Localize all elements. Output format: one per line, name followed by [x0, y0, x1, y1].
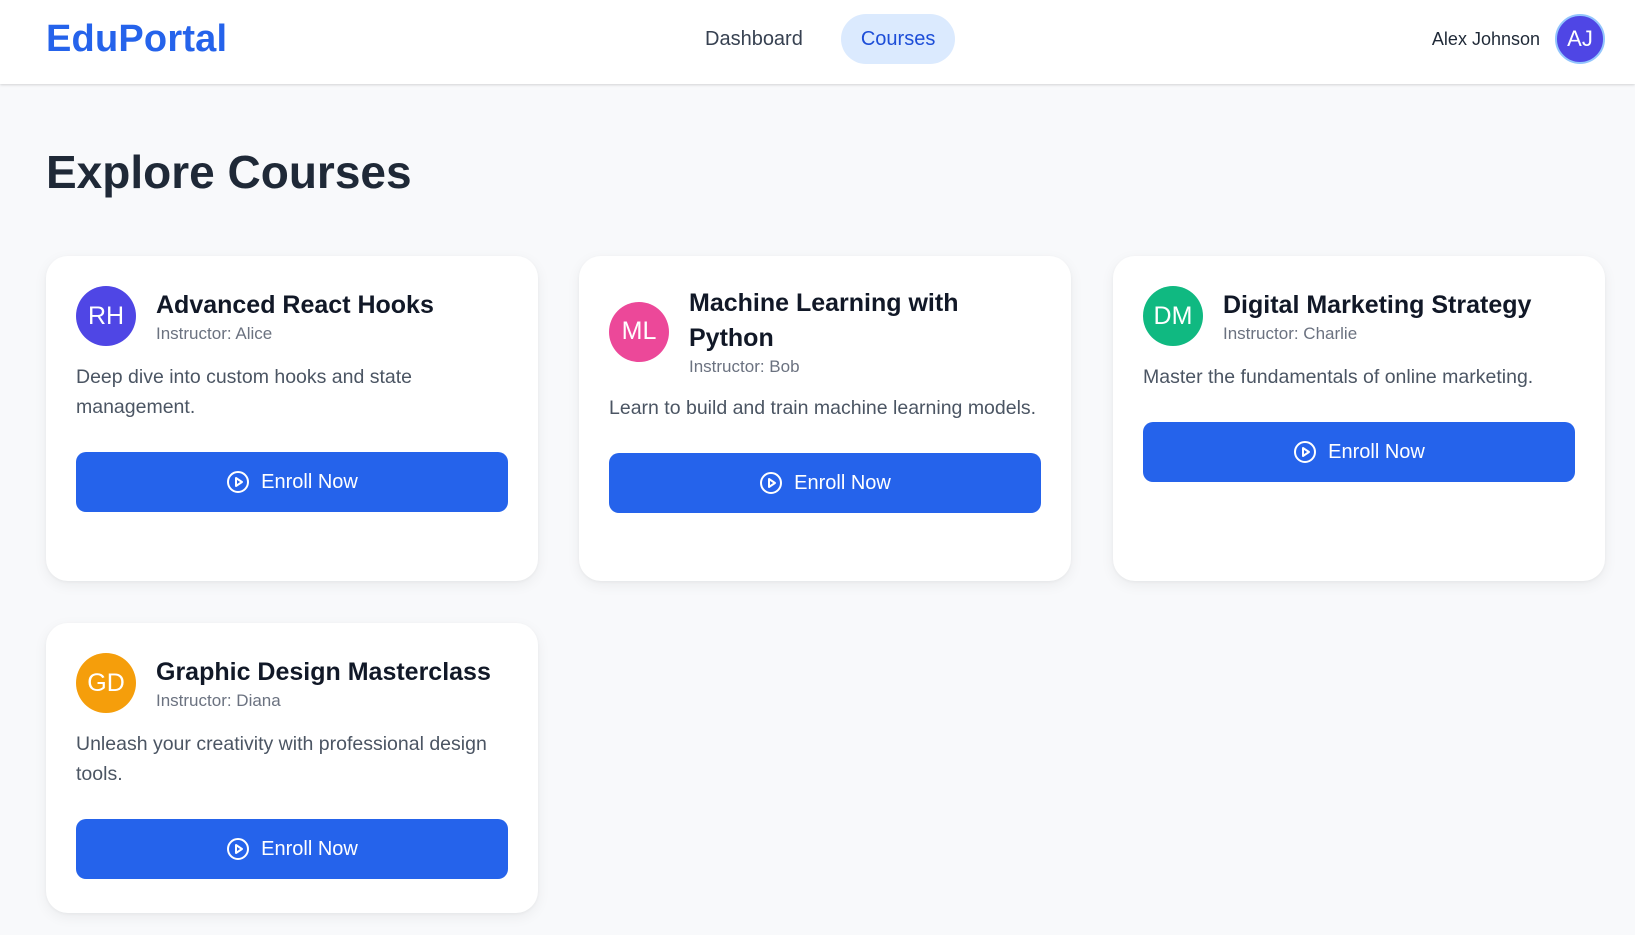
- course-heading: Graphic Design Masterclass Instructor: D…: [156, 655, 491, 711]
- course-heading: Advanced React Hooks Instructor: Alice: [156, 288, 434, 344]
- course-title: Machine Learning with Python: [689, 289, 959, 352]
- play-circle-icon: [1293, 440, 1317, 464]
- app-logo[interactable]: EduPortal: [46, 18, 227, 61]
- enroll-now-button[interactable]: Enroll Now: [76, 452, 508, 512]
- enroll-now-button[interactable]: Enroll Now: [609, 453, 1041, 513]
- course-card-header: ML Machine Learning with Python Instruct…: [609, 286, 1041, 377]
- enroll-button-label: Enroll Now: [794, 471, 891, 494]
- user-menu[interactable]: Alex Johnson AJ: [1432, 14, 1605, 64]
- course-card-header: DM Digital Marketing Strategy Instructor…: [1143, 286, 1575, 346]
- course-card: RH Advanced React Hooks Instructor: Alic…: [46, 256, 538, 581]
- enroll-button-label: Enroll Now: [261, 837, 358, 860]
- play-circle-icon: [226, 470, 250, 494]
- course-avatar: RH: [76, 286, 136, 346]
- course-card: ML Machine Learning with Python Instruct…: [579, 256, 1071, 581]
- avatar[interactable]: AJ: [1555, 14, 1605, 64]
- enroll-button-label: Enroll Now: [261, 470, 358, 493]
- course-title: Graphic Design Masterclass: [156, 658, 491, 686]
- course-card: GD Graphic Design Masterclass Instructor…: [46, 623, 538, 913]
- course-instructor: Instructor: Bob: [689, 357, 800, 376]
- course-description: Master the fundamentals of online market…: [1143, 366, 1534, 388]
- course-description: Learn to build and train machine learnin…: [609, 397, 1037, 419]
- course-avatar: DM: [1143, 286, 1203, 346]
- course-card-header: RH Advanced React Hooks Instructor: Alic…: [76, 286, 508, 346]
- course-instructor: Instructor: Charlie: [1223, 324, 1358, 343]
- enroll-button-label: Enroll Now: [1328, 440, 1425, 463]
- play-circle-icon: [759, 471, 783, 495]
- nav-item-dashboard[interactable]: Dashboard: [685, 14, 823, 64]
- course-card: DM Digital Marketing Strategy Instructor…: [1113, 256, 1605, 581]
- course-avatar: GD: [76, 653, 136, 713]
- course-title: Advanced React Hooks: [156, 291, 434, 319]
- page-title: Explore Courses: [46, 146, 412, 198]
- course-avatar: ML: [609, 301, 669, 362]
- main-nav: Dashboard Courses: [685, 14, 956, 64]
- nav-item-courses[interactable]: Courses: [840, 14, 956, 64]
- enroll-now-button[interactable]: Enroll Now: [76, 819, 508, 879]
- enroll-now-button[interactable]: Enroll Now: [1143, 422, 1575, 482]
- play-circle-icon: [226, 837, 250, 861]
- course-card-header: GD Graphic Design Masterclass Instructor…: [76, 653, 508, 713]
- course-heading: Digital Marketing Strategy Instructor: C…: [1223, 288, 1531, 344]
- course-title: Digital Marketing Strategy: [1223, 291, 1532, 319]
- course-description: Unleash your creativity with professiona…: [76, 733, 487, 785]
- course-heading: Machine Learning with Python Instructor:…: [689, 286, 989, 377]
- user-name: Alex Johnson: [1431, 28, 1540, 49]
- course-description: Deep dive into custom hooks and state ma…: [76, 366, 413, 418]
- course-instructor: Instructor: Diana: [156, 691, 281, 710]
- top-header: EduPortal Dashboard Courses Alex Johnson…: [0, 0, 1635, 84]
- course-instructor: Instructor: Alice: [156, 324, 273, 343]
